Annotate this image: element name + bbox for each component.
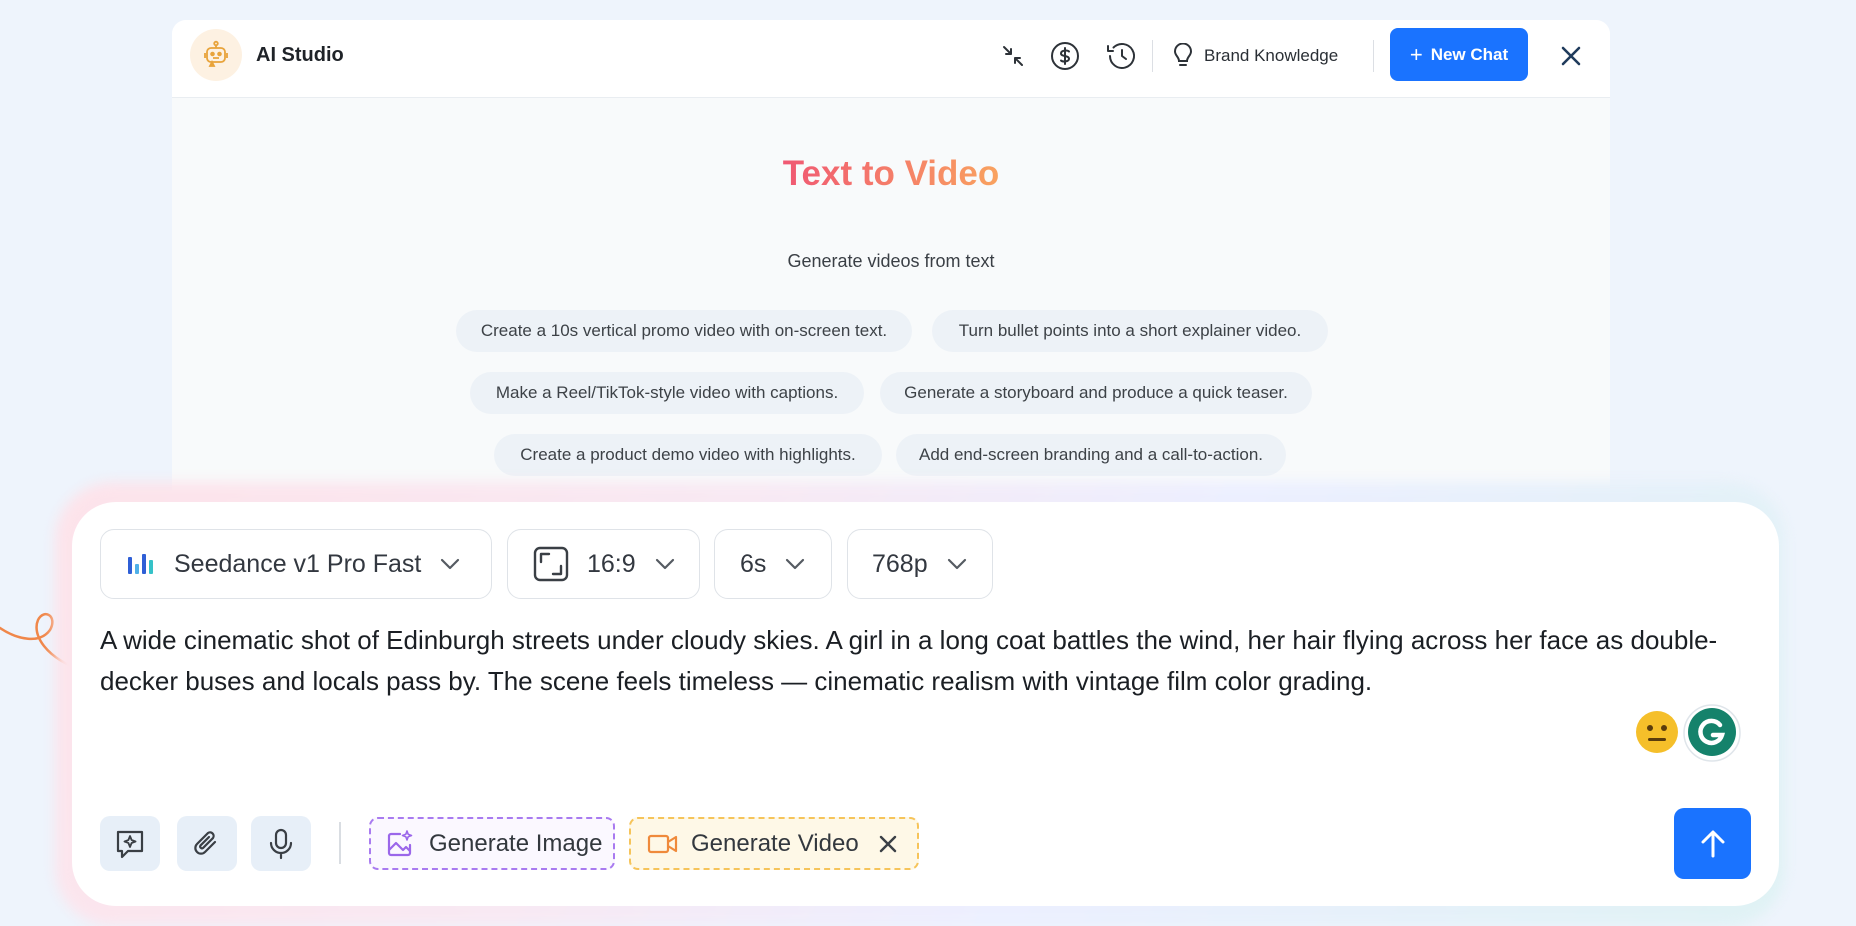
video-camera-icon xyxy=(647,834,678,853)
suggestion-chip[interactable]: Add end-screen branding and a call-to-ac… xyxy=(896,434,1286,476)
dollar-credits-icon[interactable] xyxy=(1048,39,1082,73)
close-icon[interactable] xyxy=(1552,37,1590,75)
model-bars-icon xyxy=(128,554,153,574)
studio-header: AI Studio Brand Knowledge + New Chat xyxy=(172,20,1610,98)
model-select[interactable]: Seedance v1 Pro Fast xyxy=(100,529,492,599)
app-title: AI Studio xyxy=(256,44,344,66)
duration-value: 6s xyxy=(740,549,767,578)
attach-button[interactable] xyxy=(177,816,237,871)
generate-video-label: Generate Video xyxy=(691,829,859,857)
microphone-icon xyxy=(269,828,293,859)
prompt-enhance-button[interactable] xyxy=(100,816,160,871)
sparkle-chat-icon xyxy=(116,830,144,858)
suggestion-chip[interactable]: Create a product demo video with highlig… xyxy=(494,434,882,476)
duration-select[interactable]: 6s xyxy=(714,529,832,599)
plus-icon: + xyxy=(1409,41,1423,67)
suggestion-chip[interactable]: Generate a storyboard and produce a quic… xyxy=(880,372,1312,414)
resolution-select[interactable]: 768p xyxy=(847,529,993,599)
page-title: Text to Video xyxy=(782,154,1000,193)
send-button[interactable] xyxy=(1674,808,1751,879)
new-chat-button[interactable]: + New Chat xyxy=(1390,28,1528,81)
image-sparkle-icon xyxy=(387,829,413,856)
brand-knowledge-button[interactable]: Brand Knowledge xyxy=(1172,38,1338,74)
aspect-ratio-value: 16:9 xyxy=(587,549,636,578)
collapse-icon[interactable] xyxy=(996,39,1030,73)
history-icon[interactable] xyxy=(1104,39,1138,73)
aspect-ratio-icon xyxy=(533,546,569,582)
generate-image-button[interactable]: Generate Image xyxy=(369,817,615,870)
chevron-down-icon xyxy=(655,558,674,570)
grammarly-icon[interactable] xyxy=(1682,703,1742,763)
model-select-value: Seedance v1 Pro Fast xyxy=(174,549,422,578)
paperclip-icon xyxy=(194,830,217,855)
neutral-face-icon xyxy=(1636,711,1678,753)
page-subtitle: Generate videos from text xyxy=(787,251,995,271)
close-icon[interactable] xyxy=(877,833,899,855)
microphone-button[interactable] xyxy=(251,816,311,871)
robot-logo-icon xyxy=(190,29,242,81)
suggestion-chip[interactable]: Make a Reel/TikTok-style video with capt… xyxy=(470,372,864,414)
studio-panel: AI Studio Brand Knowledge + New Chat Tex… xyxy=(172,20,1610,500)
chevron-down-icon xyxy=(441,558,460,570)
new-chat-label: New Chat xyxy=(1430,44,1509,64)
chevron-down-icon xyxy=(786,558,805,570)
generate-image-label: Generate Image xyxy=(429,829,603,857)
suggestion-chip[interactable]: Turn bullet points into a short explaine… xyxy=(932,310,1328,352)
chevron-down-icon xyxy=(947,558,966,570)
toolbar-divider xyxy=(339,822,341,864)
prompt-input[interactable]: A wide cinematic shot of Edinburgh stree… xyxy=(100,620,1750,702)
header-divider xyxy=(1373,40,1374,72)
arrow-up-icon xyxy=(1701,830,1724,857)
suggestion-chip[interactable]: Create a 10s vertical promo video with o… xyxy=(456,310,912,352)
brand-knowledge-label: Brand Knowledge xyxy=(1204,46,1339,65)
lightbulb-icon xyxy=(1173,43,1193,66)
header-divider xyxy=(1152,40,1153,72)
resolution-value: 768p xyxy=(872,549,928,578)
aspect-ratio-select[interactable]: 16:9 xyxy=(507,529,700,599)
generate-video-button[interactable]: Generate Video xyxy=(629,817,919,870)
